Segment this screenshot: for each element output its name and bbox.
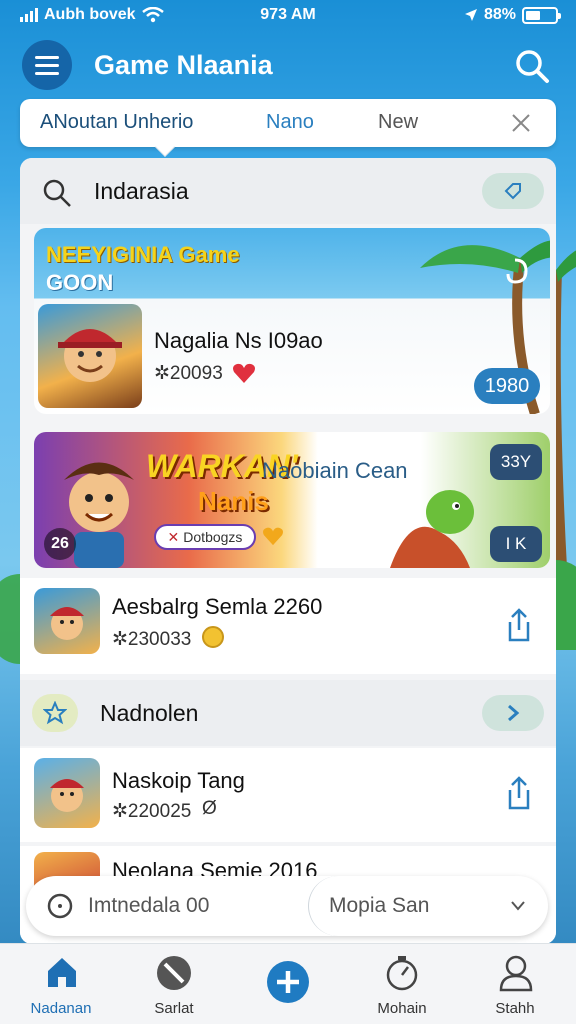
section-label: Nadnolen (100, 700, 199, 726)
search-icon (43, 179, 71, 207)
coin-icon (202, 626, 224, 648)
app-title: Game Nlaania (94, 50, 273, 80)
nav-label: Sarlat (154, 1000, 194, 1017)
game-title: Aesbalrg Semla 2260 (112, 594, 323, 619)
battery-icon (522, 6, 561, 24)
promo-game-card[interactable]: WARKAN' Nanis ✕ Dotbogzs 26 Naobiain Cea… (34, 432, 550, 568)
nav-label: Mohain (377, 1000, 427, 1017)
game-thumbnail (38, 304, 142, 408)
search-icon (47, 893, 73, 919)
list-item[interactable]: Aesbalrg Semla 2260 ✲230033 (20, 578, 556, 674)
tab-bar: ANoutan Unherio Nano New (20, 99, 556, 157)
app-header: Game Nlaania (0, 38, 576, 94)
corner-badge: 26 (44, 528, 76, 560)
badge-bottom: I K (490, 526, 542, 562)
filter-dropdown[interactable]: Mopia San (308, 876, 548, 936)
section-header-indarasia: Indarasia (20, 158, 556, 224)
character-avatar-icon (58, 329, 122, 382)
share-icon[interactable] (506, 608, 532, 642)
bottom-navigation: Nadanan Sarlat Mohain Stahh (0, 943, 576, 1024)
promo-title: NEEYIGINIA Game (46, 242, 240, 267)
search-placeholder: Imtnedala 00 (88, 894, 210, 917)
share-icon[interactable] (506, 776, 532, 810)
swirl-icon (506, 258, 528, 284)
star-badge (32, 694, 78, 732)
section-header-nadnolen: Nadnolen (20, 680, 556, 746)
list-item[interactable]: Naskoip Tang ✲220025 Ø (20, 748, 556, 842)
play-button[interactable]: ✕ Dotbogzs (154, 524, 256, 550)
heart-icon[interactable] (232, 362, 256, 384)
game-thumbnail (34, 588, 100, 654)
home-icon (48, 958, 76, 987)
character-avatar-icon (50, 779, 84, 812)
see-more-button[interactable] (482, 695, 544, 731)
play-button-label: Dotbogzs (183, 529, 243, 545)
nav-label: Nadanan (30, 1000, 92, 1017)
chevron-right-icon (508, 704, 520, 722)
tab-nano[interactable]: Nano (266, 111, 314, 134)
character-avatar-icon (50, 607, 84, 640)
heart-icon[interactable] (262, 526, 284, 546)
tag-icon (504, 183, 521, 200)
game-title: Nagalia Ns I09ao (154, 328, 323, 353)
game-title: Naskoip Tang (112, 768, 245, 793)
search-icon[interactable] (512, 46, 552, 86)
zero-rating-icon: Ø (202, 798, 217, 819)
promo-subtitle: GOON (46, 270, 114, 295)
game-subtitle: ✲20093 (154, 363, 223, 384)
game-subtitle: ✲220025 (112, 801, 192, 822)
game-logo-line2: Nanis (198, 486, 269, 516)
close-icon[interactable] (508, 110, 534, 136)
nav-label: Stahh (495, 1000, 535, 1017)
plus-icon (267, 961, 309, 1003)
dragon-art (390, 490, 474, 568)
section-label: Indarasia (94, 178, 189, 204)
user-icon (499, 955, 533, 992)
tab-indicator (155, 137, 175, 157)
tab-anoutan[interactable]: ANoutan Unherio (40, 111, 193, 134)
star-icon (43, 701, 67, 725)
chevron-down-icon (511, 901, 525, 911)
tab-new[interactable]: New (378, 111, 418, 134)
menu-button[interactable] (22, 40, 72, 90)
content-panel: Indarasia NEEYIGINIA Game GOON Nagalia N… (20, 158, 556, 944)
game-subtitle: ✲230033 (112, 629, 192, 650)
tag-button[interactable] (482, 173, 544, 209)
stopwatch-icon (386, 956, 418, 991)
game-thumbnail (34, 758, 100, 828)
slash-circle-icon (157, 956, 191, 990)
filter-value: Mopia San (329, 894, 430, 917)
location-arrow-icon (464, 9, 477, 21)
status-right: 88% (464, 6, 561, 24)
badge-top: 33Y (490, 444, 542, 480)
battery-percent: 88% (483, 6, 516, 23)
close-x-icon: ✕ (167, 528, 180, 545)
search-bar[interactable]: Imtnedala 00 Mopia San (26, 876, 548, 936)
status-bar: Aubh bovek 973 AM 88% (0, 0, 576, 32)
rating-badge: 1980 (474, 368, 540, 404)
featured-game-card[interactable]: NEEYIGINIA Game GOON Nagalia Ns I09ao ✲2… (34, 228, 550, 414)
